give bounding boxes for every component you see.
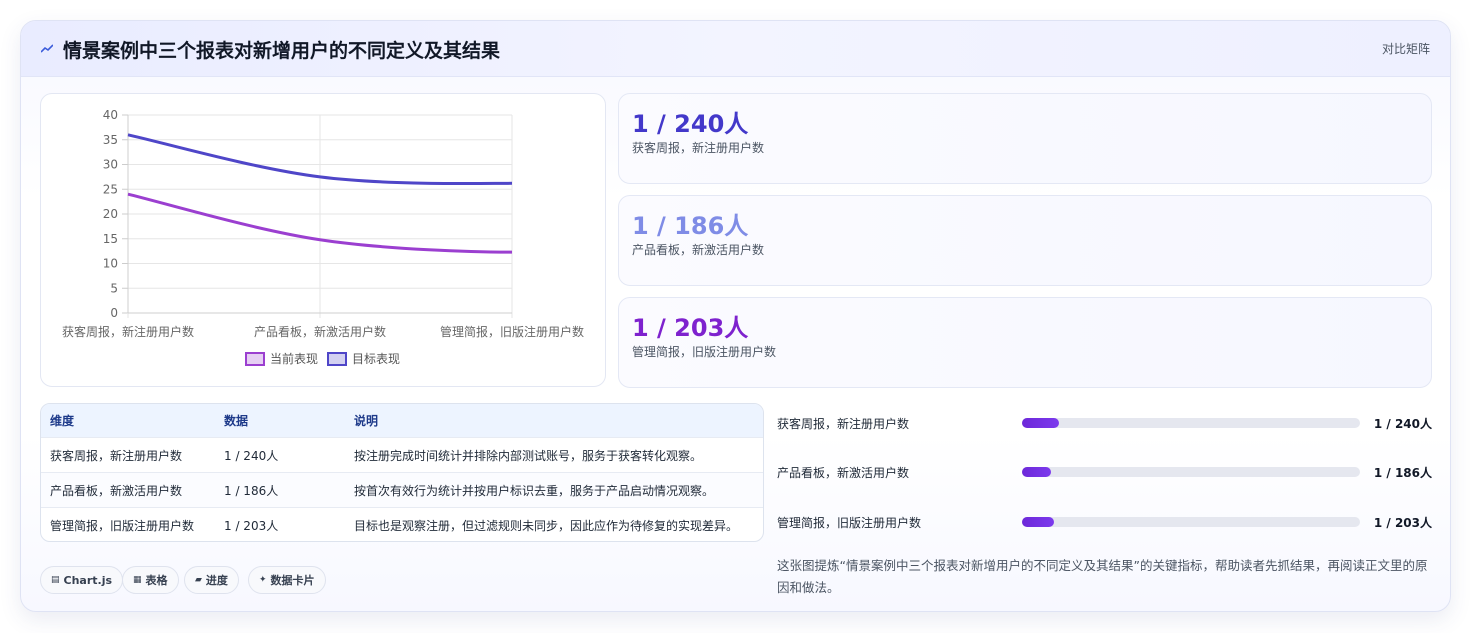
card-header: 情景案例中三个报表对新增用户的不同定义及其结果 对比矩阵 [21,21,1450,77]
chip-progress[interactable]: ▰ 进度 [184,566,239,594]
y-tick-label: 20 [103,207,118,221]
x-tick-label: 管理简报，旧版注册用户数 [440,324,584,339]
stat-card-activation: 1 / 186人 产品看板，新激活用户数 [618,195,1432,286]
progress-row-legacy: 管理简报，旧版注册用户数 1 / 203人 [777,512,1432,532]
table-row: 产品看板，新激活用户数 1 / 186人 按首次有效行为统计并按用户标识去重，服… [41,472,763,507]
progress-row-acquisition: 获客周报，新注册用户数 1 / 240人 [777,413,1432,433]
legend-swatch [327,352,347,366]
progress-track [1022,467,1360,477]
table-icon: ▦ [133,575,142,585]
column-header: 说明 [354,414,379,428]
chip-chartjs[interactable]: ▤ Chart.js [40,566,124,594]
progress-value: 1 / 203人 [1373,516,1432,530]
legend-label: 当前表现 [270,351,318,366]
column-header: 数据 [224,414,249,428]
definition-table: 维度 数据 说明 获客周报，新注册用户数 1 / 240人 按注册完成时间统计并… [40,403,764,542]
page-title: 情景案例中三个报表对新增用户的不同定义及其结果 [63,40,501,62]
line-chart-panel: 0 5 10 15 20 25 30 35 40 获客周报，新注册用户数 产品看板，新激活用户数 管理… [40,93,606,387]
y-tick-label: 30 [103,158,118,172]
stat-label: 管理简报，旧版注册用户数 [632,345,777,359]
line-chart: 0 5 10 15 20 25 30 35 40 获客周报，新注册用户数 产品看板，新激活用户数 管理… [62,108,584,366]
stat-value: 1 / 240人 [632,110,749,138]
table-cell: 获客周报，新注册用户数 [50,448,183,463]
stat-value: 1 / 203人 [632,314,749,342]
y-tick-label: 10 [103,257,118,271]
chip-label: 数据卡片 [270,574,315,587]
y-tick-label: 40 [103,108,118,122]
table-cell: 1 / 186人 [224,483,279,498]
y-tick-label: 0 [110,306,118,320]
x-tick-label: 获客周报，新注册用户数 [62,324,194,339]
stat-card-legacy: 1 / 203人 管理简报，旧版注册用户数 [618,297,1432,388]
y-tick-label: 25 [103,182,118,196]
table-row: 获客周报，新注册用户数 1 / 240人 按注册完成时间统计并排除内部测试账号，… [41,437,763,472]
y-tick-label: 35 [103,133,118,147]
sparkle-icon: ✦ [259,575,267,585]
table-cell: 目标也是观察注册，但过滤规则未同步，因此应作为待修复的实现差异。 [354,518,739,533]
stat-value: 1 / 186人 [632,212,749,240]
progress-row-activation: 产品看板，新激活用户数 1 / 186人 [777,462,1432,482]
chip-label: 进度 [205,574,228,587]
progress-icon: ▰ [195,575,202,585]
table-row: 管理简报，旧版注册用户数 1 / 203人 目标也是观察注册，但过滤规则未同步，… [41,507,763,541]
table-cell: 1 / 203人 [224,518,279,533]
trend-line-icon [41,44,53,53]
progress-label: 产品看板，新激活用户数 [777,466,910,480]
legend-swatch [245,352,265,366]
comparison-card: 情景案例中三个报表对新增用户的不同定义及其结果 对比矩阵 0 5 10 15 20 25 3… [20,20,1451,612]
table-cell: 按首次有效行为统计并按用户标识去重，服务于产品启动情况观察。 [354,483,715,498]
table-cell: 1 / 240人 [224,448,279,463]
chip-data-card[interactable]: ✦ 数据卡片 [248,566,326,594]
stat-label: 产品看板，新激活用户数 [632,243,765,257]
x-tick-label: 产品看板，新激活用户数 [254,324,386,339]
chip-label: Chart.js [63,573,113,587]
y-tick-label: 15 [103,232,118,246]
table-cell: 按注册完成时间统计并排除内部测试账号，服务于获客转化观察。 [354,448,703,463]
column-header: 维度 [50,414,75,428]
progress-label: 管理简报，旧版注册用户数 [777,516,922,530]
stat-card-acquisition: 1 / 240人 获客周报，新注册用户数 [618,93,1432,184]
summary-text: 这张图提炼“情景案例中三个报表对新增用户的不同定义及其结果”的关键指标，帮助读者… [777,558,1428,595]
progress-value: 1 / 186人 [1373,466,1432,480]
progress-track [1022,418,1360,428]
table-cell: 管理简报，旧版注册用户数 [50,518,195,533]
progress-fill [1022,418,1060,428]
compare-matrix-button[interactable]: 对比矩阵 [1382,40,1430,57]
progress-fill [1022,517,1055,527]
chip-table[interactable]: ▦ 表格 [122,566,179,594]
y-tick-label: 5 [110,281,118,295]
progress-value: 1 / 240人 [1373,417,1432,431]
legend-label: 目标表现 [352,352,400,366]
stat-label: 获客周报，新注册用户数 [632,141,765,155]
progress-fill [1022,467,1051,477]
progress-label: 获客周报，新注册用户数 [777,417,910,431]
table-cell: 产品看板，新激活用户数 [50,483,183,498]
progress-track [1022,517,1360,527]
chip-label: 表格 [145,574,168,587]
chart-icon: ▤ [51,575,60,585]
table-header-row: 维度 数据 说明 [41,404,763,437]
